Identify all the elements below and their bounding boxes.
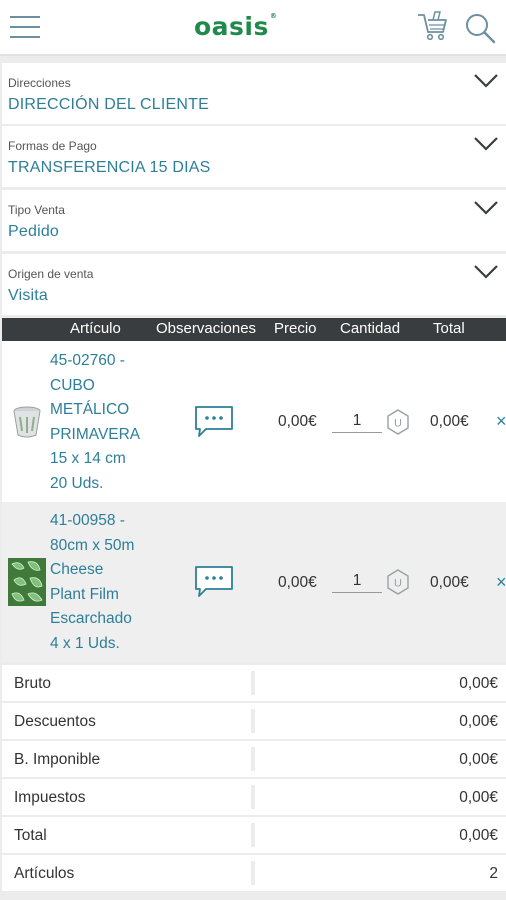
column-header-observations: Observaciones [156,320,257,337]
line-total: 0,00€ [430,413,469,430]
summary-value: 0,00€ [459,751,498,768]
product-name-line: 15 x 14 cm [50,450,126,467]
unit-hexagon-icon[interactable]: U [386,409,410,435]
chevron-down-icon[interactable] [474,200,498,216]
payment-method-label: Formas de Pago [8,139,97,153]
chevron-down-icon[interactable] [474,136,498,152]
app-header: oasis® [0,0,506,56]
column-header-quantity: Cantidad [340,320,401,337]
summary-value: 2 [489,865,498,882]
unit-price: 0,00€ [278,413,317,430]
product-name-line: PRIMAVERA [50,425,141,443]
summary-row-discounts: Descuentos 0,00€ [2,703,506,739]
product-name[interactable]: 41-00958 - 80cm x 50m Cheese Plant Film … [50,509,170,656]
summary-label: Impuestos [14,789,86,806]
unit-price: 0,00€ [278,574,317,591]
product-name-line: 45-02760 - [50,352,125,369]
search-icon[interactable] [464,12,496,44]
summary-row-articles: Artículos 2 [2,855,506,891]
remove-item-icon[interactable]: × [496,572,506,593]
product-name-line: Plant Film [50,585,119,603]
quantity-input[interactable] [332,409,382,433]
summary-divider [251,861,255,885]
summary-value: 0,00€ [459,827,498,844]
sale-origin-label: Origen de venta [8,267,94,281]
summary-value: 0,00€ [459,789,498,806]
summary-label: B. Imponible [14,751,101,768]
product-name-line: 20 Uds. [50,474,104,492]
product-thumbnail [8,558,46,606]
product-name-line: METÁLICO [50,401,130,418]
address-select[interactable]: Direcciones DIRECCIÓN DEL CLIENTE [2,63,506,124]
cart-icon[interactable] [416,10,450,44]
remove-item-icon[interactable]: × [496,411,506,432]
unit-hexagon-icon[interactable]: U [386,569,410,595]
summary-divider [251,709,255,733]
product-name-line: 4 x 1 Uds. [50,634,120,652]
summary-value: 0,00€ [459,675,498,692]
table-row: 41-00958 - 80cm x 50m Cheese Plant Film … [2,502,506,662]
comment-icon[interactable] [194,565,234,599]
summary-divider [251,823,255,847]
address-label: Direcciones [8,76,71,90]
summary-row-total: Total 0,00€ [2,817,506,853]
logo-text: oasis [194,12,269,41]
summary-label: Artículos [14,865,75,882]
sale-origin-select[interactable]: Origen de venta Visita [2,254,506,315]
summary-label: Bruto [14,675,52,692]
line-total: 0,00€ [430,574,469,591]
summary-divider [251,785,255,809]
column-header-price: Precio [274,320,317,337]
payment-method-select[interactable]: Formas de Pago TRANSFERENCIA 15 DIAS [2,126,506,187]
summary-label: Total [14,827,47,844]
summary-row-taxes: Impuestos 0,00€ [2,779,506,815]
product-name-line: 80cm x 50m [50,536,135,554]
payment-method-value: TRANSFERENCIA 15 DIAS [8,159,211,176]
summary-divider [251,671,255,695]
chevron-down-icon[interactable] [474,264,498,280]
chevron-down-icon[interactable] [474,73,498,89]
logo-trademark: ® [269,12,278,20]
comment-icon[interactable] [194,405,234,439]
brand-logo: oasis® [194,12,277,41]
quantity-input[interactable] [332,569,382,593]
product-name[interactable]: 45-02760 - CUBO METÁLICO PRIMAVERA 15 x … [50,349,170,496]
sale-origin-value: Visita [8,287,49,304]
unit-label: U [394,578,402,590]
menu-icon[interactable] [10,16,40,38]
table-row: 45-02760 - CUBO METÁLICO PRIMAVERA 15 x … [2,341,506,502]
summary-divider [251,747,255,771]
product-name-line: CUBO [50,376,95,394]
sale-type-value: Pedido [8,223,60,240]
summary-label: Descuentos [14,713,96,730]
summary-value: 0,00€ [459,713,498,730]
sale-type-label: Tipo Venta [8,203,65,217]
address-value: DIRECCIÓN DEL CLIENTE [8,96,209,113]
unit-label: U [394,418,402,430]
summary-row-taxable-base: B. Imponible 0,00€ [2,741,506,777]
product-name-line: 41-00958 - [50,512,125,529]
table-header: Artículo Observaciones Precio Cantidad T… [2,318,506,341]
app-screen: oasis® Direcciones DIRECCIÓN DEL CLIENTE… [0,0,506,900]
column-header-total: Total [433,320,465,337]
summary-row-gross: Bruto 0,00€ [2,665,506,701]
product-name-line: Escarchado [50,610,132,627]
product-thumbnail [13,406,41,438]
sale-type-select[interactable]: Tipo Venta Pedido [2,190,506,251]
column-header-article: Artículo [70,320,121,337]
product-name-line: Cheese [50,561,104,578]
